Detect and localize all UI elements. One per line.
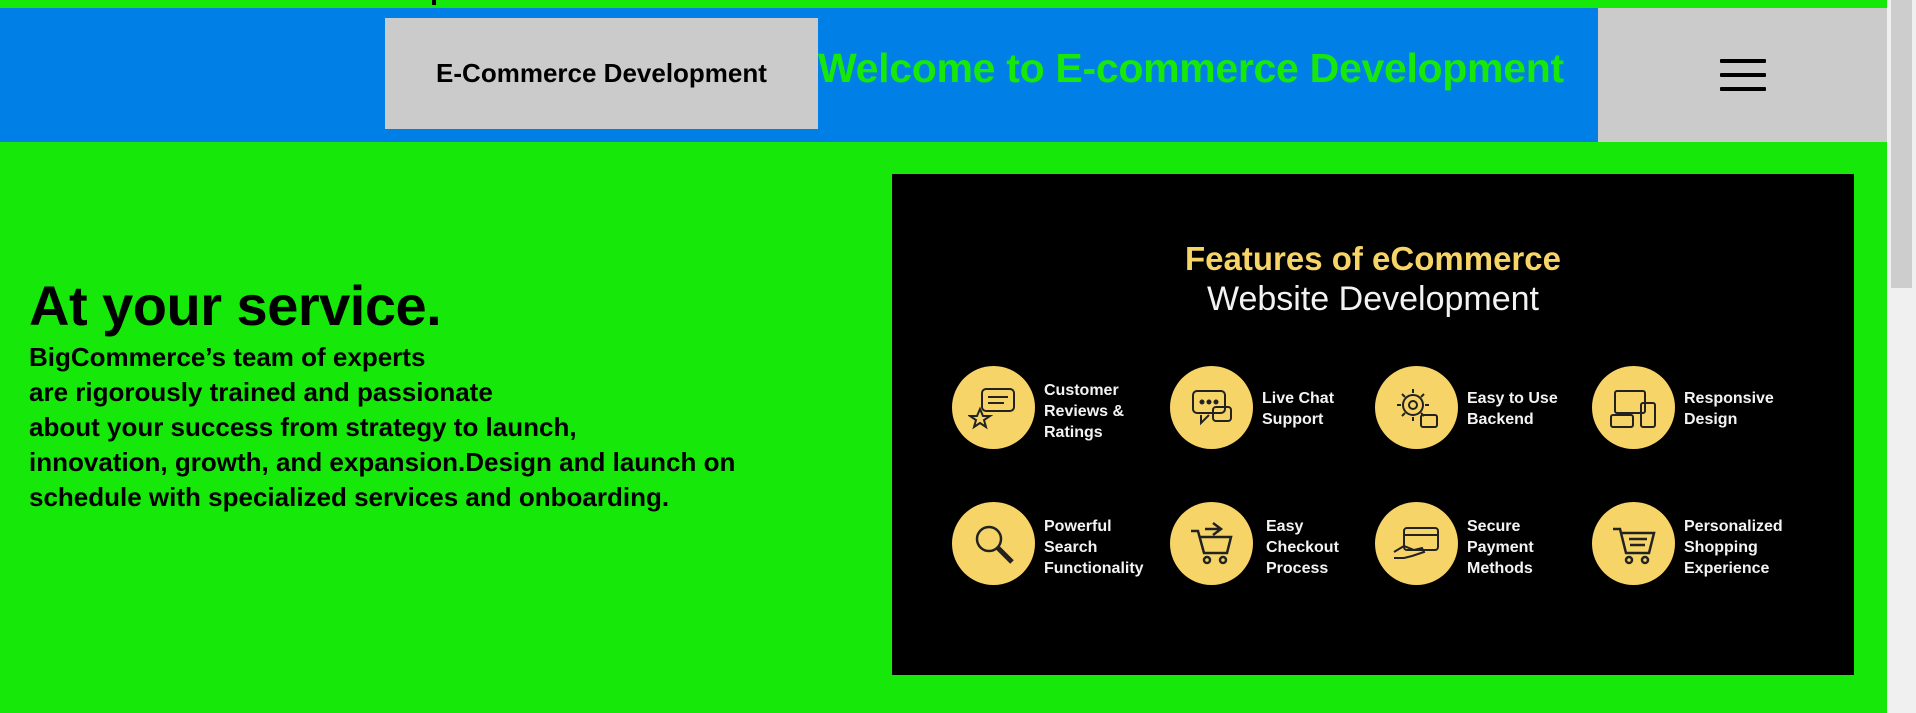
site-header: E-Commerce Development Welcome to E-comm… [0, 8, 1887, 142]
devices-icon [1592, 366, 1675, 449]
cart-icon [1170, 502, 1253, 585]
search-icon [952, 502, 1035, 585]
feature-item: Easy Checkout Process [1170, 502, 1385, 586]
welcome-title: Welcome to E-commerce Development [818, 45, 1564, 91]
hero-description-line: schedule with specialized services and o… [29, 482, 670, 512]
feature-item: Easy to Use Backend [1375, 366, 1590, 450]
feature-item: Powerful Search Functionality [952, 502, 1167, 586]
feature-label: Powerful Search Functionality [1044, 518, 1144, 577]
card-icon [1375, 502, 1458, 585]
feature-item: Responsive Design [1592, 366, 1807, 450]
top-strip [0, 0, 1887, 8]
feature-label: Responsive Design [1684, 390, 1774, 428]
chat-icon [1170, 366, 1253, 449]
top-strip-mark [432, 0, 436, 5]
cart-list-icon [1592, 502, 1675, 585]
vertical-scrollbar[interactable] [1887, 0, 1916, 713]
hero-description-line: about your success from strategy to laun… [29, 412, 577, 442]
feature-label: Secure Payment Methods [1467, 518, 1534, 577]
menu-button[interactable] [1598, 8, 1887, 142]
hero-heading: At your service. [29, 274, 442, 337]
feature-label: Easy to Use Backend [1467, 390, 1558, 428]
hero-description-line: BigCommerce’s team of experts [29, 342, 426, 372]
feature-item: Customer Reviews & Ratings [952, 366, 1167, 450]
hero-description-line: innovation, growth, and expansion.Design… [29, 447, 736, 477]
brand-button[interactable]: E-Commerce Development [385, 18, 818, 129]
page: E-Commerce Development Welcome to E-comm… [0, 0, 1916, 713]
feature-item: Live Chat Support [1170, 366, 1385, 450]
features-image-subtitle: Website Development [1207, 280, 1539, 318]
feature-item: Personalized Shopping Experience [1592, 502, 1807, 586]
review-icon [952, 366, 1035, 449]
hero-description: BigCommerce’s team of experts are rigoro… [29, 340, 849, 515]
features-grid: Customer Reviews & Ratings Live Chat Sup… [952, 366, 1832, 596]
feature-label: Customer Reviews & Ratings [1044, 382, 1125, 441]
hamburger-menu-icon[interactable] [1719, 59, 1766, 91]
hero-description-line: are rigorously trained and passionate [29, 377, 493, 407]
feature-label: Personalized Shopping Experience [1684, 518, 1783, 577]
features-image: Features of eCommerce Website Developmen… [892, 174, 1854, 675]
feature-label: Live Chat Support [1262, 390, 1335, 428]
feature-item: Secure Payment Methods [1375, 502, 1590, 586]
features-image-title: Features of eCommerce [1185, 240, 1561, 277]
gear-icon [1375, 366, 1458, 449]
scrollbar-thumb[interactable] [1891, 0, 1912, 288]
